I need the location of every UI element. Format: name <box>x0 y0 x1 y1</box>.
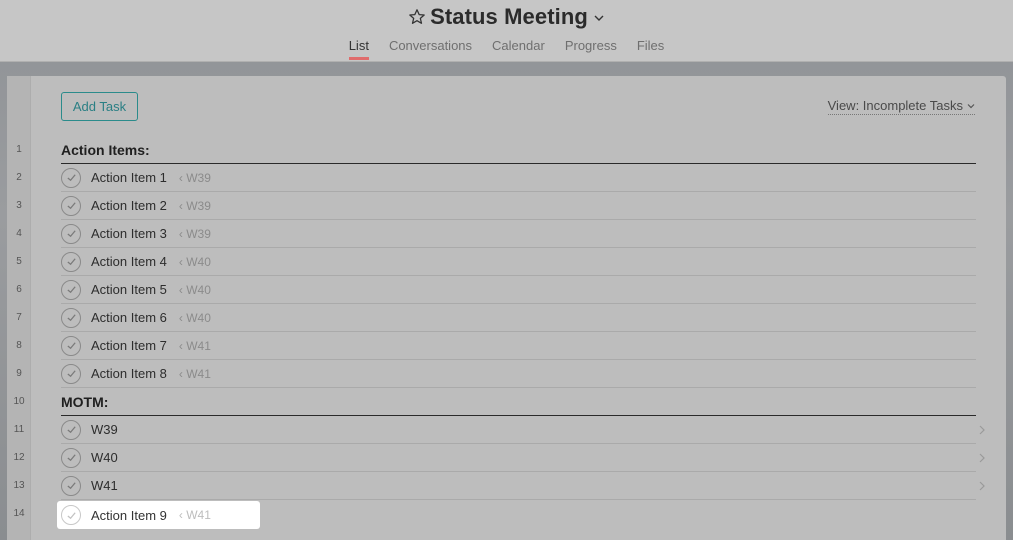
task-name[interactable]: W40 <box>91 450 118 465</box>
line-number: 2 <box>16 172 22 183</box>
task-list-panel: 1 2 3 4 5 6 7 8 9 10 11 12 13 14 Add Task View: Incom… <box>7 76 1006 540</box>
checkmark-icon <box>66 342 76 350</box>
checkmark-icon <box>66 230 76 238</box>
chevron-right-icon[interactable] <box>978 424 986 436</box>
line-number: 1 <box>16 144 22 155</box>
complete-checkbox[interactable] <box>61 505 81 525</box>
task-name[interactable]: Action Item 5 <box>91 282 167 297</box>
line-number-gutter: 1 2 3 4 5 6 7 8 9 10 11 12 13 14 <box>7 76 31 540</box>
checkmark-icon <box>66 258 76 266</box>
tab-conversations[interactable]: Conversations <box>389 38 472 59</box>
complete-checkbox[interactable] <box>61 475 81 496</box>
project-tabs: List Conversations Calendar Progress Fil… <box>0 38 1013 60</box>
complete-checkbox[interactable] <box>61 419 81 440</box>
parent-task-link[interactable]: ‹ W39 <box>179 171 211 185</box>
complete-checkbox[interactable] <box>61 447 81 468</box>
line-number: 7 <box>16 312 22 323</box>
complete-checkbox[interactable] <box>61 363 81 384</box>
add-task-button[interactable]: Add Task <box>61 92 138 121</box>
task-row[interactable]: W41 <box>61 472 985 500</box>
task-name[interactable]: W39 <box>91 422 118 437</box>
section-header[interactable]: Action Items: <box>61 136 976 164</box>
view-filter-label: View: Incomplete Tasks <box>827 98 963 113</box>
line-number: 4 <box>16 228 22 239</box>
line-number: 10 <box>13 396 25 407</box>
checkmark-icon <box>66 482 76 490</box>
line-number: 13 <box>13 480 25 491</box>
complete-checkbox[interactable] <box>61 223 81 244</box>
task-name[interactable]: Action Item 3 <box>91 226 167 241</box>
task-row[interactable]: Action Item 6 ‹ W40 <box>61 304 976 332</box>
line-number: 14 <box>13 508 25 519</box>
task-row[interactable]: Action Item 8 ‹ W41 <box>61 360 976 388</box>
task-name[interactable]: Action Item 1 <box>91 170 167 185</box>
task-name[interactable]: Action Item 6 <box>91 310 167 325</box>
checkmark-icon <box>66 286 76 294</box>
tab-calendar[interactable]: Calendar <box>492 38 545 59</box>
checkmark-icon <box>66 314 76 322</box>
line-number: 12 <box>13 452 25 463</box>
parent-task-link[interactable]: ‹ W41 <box>179 367 211 381</box>
chevron-down-icon[interactable] <box>593 12 605 24</box>
line-number: 9 <box>16 368 22 379</box>
complete-checkbox[interactable] <box>61 279 81 300</box>
tab-progress[interactable]: Progress <box>565 38 617 59</box>
chevron-right-icon[interactable] <box>978 452 986 464</box>
task-row[interactable]: W40 <box>61 444 985 472</box>
task-name[interactable]: Action Item 8 <box>91 366 167 381</box>
checkmark-icon <box>66 202 76 210</box>
checkmark-icon <box>66 370 76 378</box>
task-row[interactable]: Action Item 5 ‹ W40 <box>61 276 976 304</box>
checkmark-icon <box>66 511 76 519</box>
complete-checkbox[interactable] <box>61 307 81 328</box>
complete-checkbox[interactable] <box>61 167 81 188</box>
line-number: 11 <box>13 424 25 435</box>
section-title[interactable]: Action Items: <box>61 142 150 158</box>
task-row[interactable]: Action Item 1 ‹ W39 <box>61 164 976 192</box>
parent-task-link[interactable]: ‹ W41 <box>179 508 211 522</box>
parent-task-link[interactable]: ‹ W40 <box>179 311 211 325</box>
view-filter-dropdown[interactable]: View: Incomplete Tasks <box>827 98 975 115</box>
checkmark-icon <box>66 426 76 434</box>
task-name[interactable]: Action Item 2 <box>91 198 167 213</box>
chevron-right-icon[interactable] <box>978 480 986 492</box>
task-name[interactable]: Action Item 9 <box>91 508 167 523</box>
complete-checkbox[interactable] <box>61 251 81 272</box>
line-number: 5 <box>16 256 22 267</box>
checkmark-icon <box>66 454 76 462</box>
task-row[interactable]: Action Item 2 ‹ W39 <box>61 192 976 220</box>
task-row[interactable]: Action Item 3 ‹ W39 <box>61 220 976 248</box>
parent-task-link[interactable]: ‹ W39 <box>179 227 211 241</box>
tab-files[interactable]: Files <box>637 38 664 59</box>
parent-task-link[interactable]: ‹ W41 <box>179 339 211 353</box>
section-title[interactable]: MOTM: <box>61 394 108 410</box>
tab-list[interactable]: List <box>348 38 370 60</box>
chevron-down-icon <box>967 103 975 108</box>
project-title[interactable]: Status Meeting <box>430 4 588 30</box>
line-number: 8 <box>16 340 22 351</box>
checkmark-icon <box>66 174 76 182</box>
task-row[interactable]: Action Item 7 ‹ W41 <box>61 332 976 360</box>
line-number: 3 <box>16 200 22 211</box>
complete-checkbox[interactable] <box>61 195 81 216</box>
project-header: Status Meeting List Conversations Calend… <box>0 0 1013 62</box>
highlighted-task-row[interactable]: Action Item 9 ‹ W41 <box>57 501 260 529</box>
title-row: Status Meeting <box>0 4 1013 30</box>
task-name[interactable]: W41 <box>91 478 118 493</box>
parent-task-link[interactable]: ‹ W39 <box>179 199 211 213</box>
line-number: 6 <box>16 284 22 295</box>
star-icon[interactable] <box>408 8 426 26</box>
section-header[interactable]: MOTM: <box>61 388 976 416</box>
task-row[interactable]: W39 <box>61 416 985 444</box>
task-name[interactable]: Action Item 4 <box>91 254 167 269</box>
task-row[interactable]: Action Item 4 ‹ W40 <box>61 248 976 276</box>
task-name[interactable]: Action Item 7 <box>91 338 167 353</box>
parent-task-link[interactable]: ‹ W40 <box>179 255 211 269</box>
parent-task-link[interactable]: ‹ W40 <box>179 283 211 297</box>
complete-checkbox[interactable] <box>61 335 81 356</box>
